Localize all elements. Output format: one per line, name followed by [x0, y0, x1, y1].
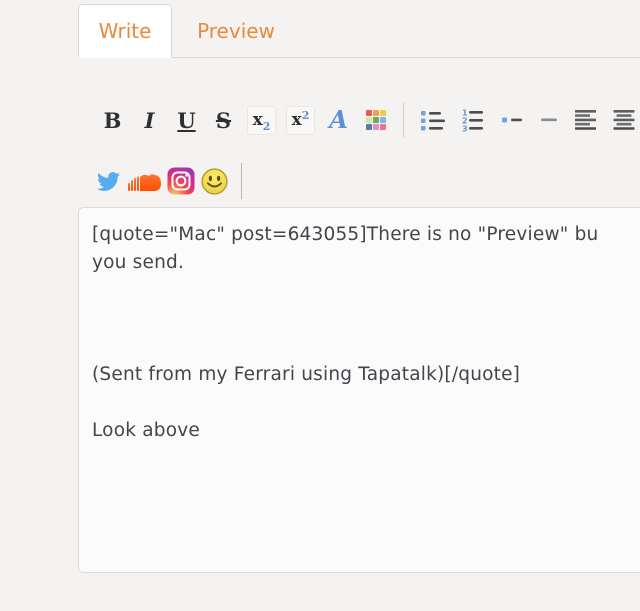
tab-write[interactable]: Write [78, 4, 172, 58]
horizontal-rule-button[interactable] [537, 103, 560, 137]
list-item-icon [501, 115, 523, 125]
superscript-button[interactable]: x 2 [286, 106, 315, 135]
align-center-icon [612, 109, 636, 131]
underline-button[interactable]: U [175, 103, 198, 137]
superscript-icon: x [292, 112, 302, 129]
subscript-icon: x [253, 112, 263, 129]
unordered-list-button[interactable] [420, 103, 446, 137]
tab-bar: Write Preview [78, 3, 640, 58]
align-left-button[interactable] [574, 103, 598, 137]
media-toolbar-divider [241, 163, 242, 199]
ordered-list-icon: 1 2 3 [460, 108, 486, 132]
media-toolbar [92, 162, 252, 200]
instagram-icon [167, 167, 195, 195]
color-palette-icon [366, 110, 386, 130]
toolbar-divider [403, 103, 404, 137]
instagram-button[interactable] [167, 167, 195, 195]
ordered-list-button[interactable]: 1 2 3 [460, 103, 486, 137]
italic-button[interactable]: I [138, 103, 161, 137]
subscript-digit: 2 [263, 121, 271, 132]
italic-icon: I [145, 110, 155, 131]
smiley-button[interactable] [201, 168, 228, 195]
tab-preview[interactable]: Preview [172, 4, 300, 57]
font-color-button[interactable]: A [327, 103, 350, 137]
list-item-button[interactable] [500, 103, 523, 137]
tab-preview-label: Preview [197, 19, 275, 43]
bold-button[interactable]: B [101, 103, 124, 137]
bold-icon: B [104, 110, 122, 131]
underline-icon: U [177, 110, 195, 131]
smiley-icon [201, 168, 228, 195]
twitter-icon [95, 170, 122, 193]
twitter-button[interactable] [95, 170, 122, 193]
superscript-digit: 2 [302, 110, 310, 121]
align-center-button[interactable] [612, 103, 636, 137]
strikethrough-icon: S [216, 110, 231, 131]
subscript-button[interactable]: x 2 [247, 106, 276, 135]
soundcloud-button[interactable] [128, 171, 161, 192]
color-palette-button[interactable] [364, 103, 387, 137]
strikethrough-button[interactable]: S [212, 103, 235, 137]
unordered-list-icon [420, 109, 446, 132]
align-left-icon [574, 109, 598, 131]
post-body-textarea[interactable]: [quote="Mac" post=643055]There is no "Pr… [78, 207, 640, 573]
soundcloud-icon [128, 171, 161, 192]
horizontal-rule-icon [540, 117, 558, 123]
font-color-icon: A [329, 108, 348, 132]
svg-text:3: 3 [462, 125, 468, 133]
formatting-toolbar: B I U S x 2 x 2 A [94, 101, 640, 139]
editor-panel: Write Preview B I U S x 2 x 2 A [78, 0, 640, 611]
tab-write-label: Write [99, 19, 152, 43]
